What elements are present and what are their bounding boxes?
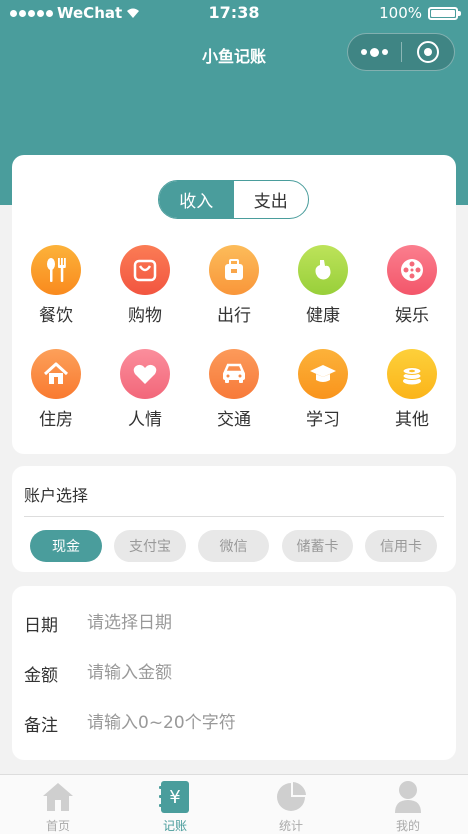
category-travel[interactable]: 出行 — [199, 245, 269, 326]
home-icon — [40, 779, 76, 815]
category-card: 收入 支出 餐饮 购物 出行 健康 娱乐 住房 人情 交通 学习 其他 — [12, 155, 456, 454]
tab-label: 记账 — [162, 819, 187, 833]
more-menu-icon[interactable] — [348, 34, 401, 70]
category-label: 学习 — [306, 410, 340, 430]
suitcase-icon — [209, 245, 259, 295]
svg-text:¥: ¥ — [169, 787, 180, 808]
account-option-savings-card[interactable]: 储蓄卡 — [282, 530, 353, 562]
bottom-tab-bar: 首页 ¥ 记账 统计 我的 — [0, 774, 468, 834]
tab-ledger[interactable]: ¥ 记账 — [125, 779, 225, 834]
category-label: 健康 — [306, 306, 340, 326]
mini-program-capsule — [347, 33, 455, 71]
note-field[interactable] — [87, 713, 444, 733]
status-bar: WeChat 17:38 100% — [0, 0, 468, 26]
category-label: 餐饮 — [39, 306, 73, 326]
amount-label: 金额 — [24, 665, 58, 686]
category-label: 人情 — [128, 410, 162, 430]
car-icon — [209, 349, 259, 399]
amount-row: 金额 — [24, 658, 444, 688]
income-expense-toggle: 收入 支出 — [158, 180, 309, 219]
category-dining[interactable]: 餐饮 — [21, 245, 91, 326]
tab-profile[interactable]: 我的 — [358, 779, 458, 834]
category-label: 其他 — [395, 410, 429, 430]
account-card: 账户选择 现金 支付宝 微信 储蓄卡 信用卡 — [12, 466, 456, 572]
tab-label: 我的 — [395, 819, 420, 833]
battery-icon — [428, 6, 461, 20]
category-label: 交通 — [217, 410, 251, 430]
pie-chart-icon — [273, 779, 309, 815]
stomach-icon — [298, 245, 348, 295]
date-label: 日期 — [24, 615, 58, 636]
tab-label: 统计 — [278, 819, 303, 833]
category-housing[interactable]: 住房 — [21, 349, 91, 430]
category-label: 出行 — [217, 306, 251, 326]
category-label: 住房 — [39, 410, 73, 430]
category-gifts[interactable]: 人情 — [110, 349, 180, 430]
account-title: 账户选择 — [24, 486, 89, 505]
user-icon — [390, 779, 426, 815]
close-program-icon[interactable] — [402, 34, 454, 70]
account-option-wechat[interactable]: 微信 — [198, 530, 269, 562]
account-option-cash[interactable]: 现金 — [30, 530, 102, 562]
account-option-credit-card[interactable]: 信用卡 — [365, 530, 437, 562]
divider — [24, 516, 444, 517]
fork-knife-icon — [31, 245, 81, 295]
battery-status: 100% — [379, 4, 461, 22]
note-row: 备注 — [24, 708, 444, 738]
amount-field[interactable] — [87, 663, 444, 683]
category-study[interactable]: 学习 — [288, 349, 358, 430]
tab-label: 首页 — [45, 819, 70, 833]
tab-income[interactable]: 收入 — [159, 181, 234, 218]
ledger-icon: ¥ — [157, 779, 193, 815]
category-shopping[interactable]: 购物 — [110, 245, 180, 326]
tab-home[interactable]: 首页 — [8, 779, 108, 834]
category-label: 娱乐 — [395, 306, 429, 326]
coins-icon — [387, 349, 437, 399]
tab-statistics[interactable]: 统计 — [241, 779, 341, 834]
film-reel-icon — [387, 245, 437, 295]
category-other[interactable]: 其他 — [377, 349, 447, 430]
entry-form-card: 日期 金额 备注 — [12, 586, 456, 760]
category-entertainment[interactable]: 娱乐 — [377, 245, 447, 326]
heart-icon — [120, 349, 170, 399]
note-label: 备注 — [24, 715, 58, 736]
category-health[interactable]: 健康 — [288, 245, 358, 326]
date-row: 日期 — [24, 608, 444, 638]
date-field[interactable] — [87, 613, 444, 633]
house-icon — [31, 349, 81, 399]
graduation-cap-icon — [298, 349, 348, 399]
battery-percent: 100% — [379, 4, 422, 22]
category-label: 购物 — [128, 306, 162, 326]
shopping-bag-icon — [120, 245, 170, 295]
tab-expense[interactable]: 支出 — [234, 181, 309, 218]
account-option-alipay[interactable]: 支付宝 — [114, 530, 186, 562]
category-transport[interactable]: 交通 — [199, 349, 269, 430]
